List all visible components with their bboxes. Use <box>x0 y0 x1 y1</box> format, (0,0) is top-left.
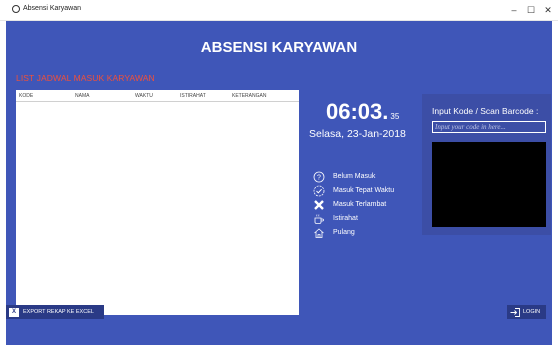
legend-label: Istirahat <box>333 215 358 222</box>
login-icon <box>510 307 520 317</box>
legend-label: Belum Masuk <box>333 173 376 180</box>
app-icon <box>12 5 20 13</box>
column-header-waktu[interactable]: WAKTU <box>135 93 153 99</box>
coffee-icon <box>313 213 325 225</box>
legend-label: Masuk Terlambat <box>333 201 387 208</box>
check-badge-icon <box>313 185 325 197</box>
code-input-label: Input Kode / Scan Barcode : <box>432 106 539 116</box>
login-button-label: LOGIN <box>523 309 541 315</box>
excel-icon: X <box>9 307 19 317</box>
maximize-button[interactable]: ☐ <box>524 3 538 17</box>
camera-preview <box>432 142 546 227</box>
clock: 06:03. 35 <box>326 99 399 125</box>
home-icon <box>313 227 325 239</box>
export-button-label: EXPORT REKAP KE EXCEL <box>23 309 94 315</box>
clock-seconds: 35 <box>390 112 400 121</box>
close-button[interactable]: ✕ <box>541 3 555 17</box>
login-button[interactable]: LOGIN <box>507 305 546 319</box>
list-title: LIST JADWAL MASUK KARYAWAN <box>16 73 155 83</box>
barcode-panel: Input Kode / Scan Barcode : <box>422 94 551 235</box>
page-title: ABSENSI KARYAWAN <box>200 39 358 56</box>
window-titlebar: Absensi Karyawan – ☐ ✕ <box>0 0 558 21</box>
question-icon: ? <box>313 171 325 183</box>
clock-time: 06:03. <box>326 99 389 124</box>
window-title: Absensi Karyawan <box>23 5 81 12</box>
legend-label: Masuk Tepat Waktu <box>333 187 395 194</box>
x-icon <box>313 199 325 211</box>
schedule-table[interactable]: KODE NAMA WAKTU ISTIRAHAT KETERANGAN <box>16 90 299 315</box>
app-body: ABSENSI KARYAWAN LIST JADWAL MASUK KARYA… <box>6 21 552 345</box>
current-date: Selasa, 23-Jan-2018 <box>309 128 406 140</box>
column-header-kode[interactable]: KODE <box>19 93 33 99</box>
column-header-nama[interactable]: NAMA <box>75 93 89 99</box>
column-header-keterangan[interactable]: KETERANGAN <box>232 93 266 99</box>
svg-text:?: ? <box>317 175 321 182</box>
export-excel-button[interactable]: X EXPORT REKAP KE EXCEL <box>6 305 104 319</box>
code-input[interactable] <box>432 121 546 133</box>
minimize-button[interactable]: – <box>507 3 521 17</box>
column-header-istirahat[interactable]: ISTIRAHAT <box>180 93 206 99</box>
table-header: KODE NAMA WAKTU ISTIRAHAT KETERANGAN <box>16 90 299 102</box>
legend-label: Pulang <box>333 229 355 236</box>
